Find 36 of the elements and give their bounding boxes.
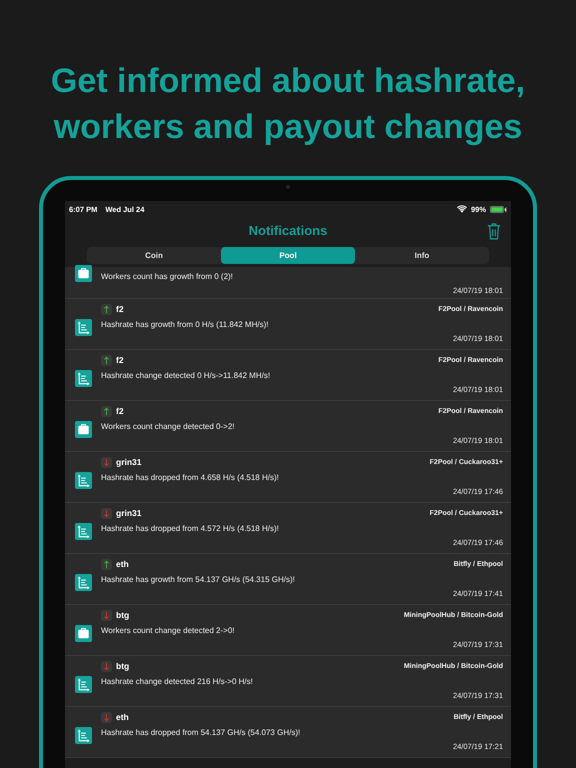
notification-message: Workers count change detected 0->2! bbox=[101, 422, 234, 430]
worker-name: btg bbox=[116, 661, 130, 671]
notification-message: Hashrate has growth from 0 H/s (11.842 MH/s)! bbox=[101, 320, 268, 328]
briefcase-icon bbox=[75, 421, 92, 438]
wifi-icon bbox=[456, 205, 467, 213]
worker-name: btg bbox=[116, 610, 130, 620]
headline: Get informed about hashrate, workers and payout changes bbox=[50, 61, 526, 148]
segment-tab[interactable]: Info bbox=[355, 247, 489, 264]
chart-icon bbox=[75, 370, 92, 387]
worker-name: f2 bbox=[116, 304, 124, 314]
notification-message: Workers count change detected 2->0! bbox=[101, 626, 234, 634]
chart-icon bbox=[75, 727, 92, 744]
notification-message: Hashrate has dropped from 4.658 H/s (4.518 H/s)! bbox=[101, 472, 279, 482]
briefcase-icon bbox=[75, 625, 92, 642]
worker-name: eth bbox=[116, 712, 129, 722]
worker-name: f2 bbox=[116, 355, 124, 365]
briefcase-icon bbox=[75, 265, 92, 282]
chart-icon bbox=[75, 523, 92, 540]
segment-tab[interactable]: Coin bbox=[87, 247, 221, 264]
notification-message: Hashrate has growth from 54.137 GH/s (54.315 GH/s)! bbox=[101, 574, 295, 584]
worker-name: eth bbox=[116, 559, 129, 569]
battery-icon bbox=[490, 206, 507, 212]
notification-message: Hashrate has dropped from 54.137 GH/s (54.073 GH/s)! bbox=[101, 728, 300, 736]
notification-message: Hashrate change detected 216 H/s->0 H/s! bbox=[101, 676, 253, 686]
chart-icon bbox=[75, 574, 92, 591]
chart-icon bbox=[75, 472, 92, 489]
trash-icon[interactable] bbox=[487, 222, 501, 240]
chart-icon bbox=[75, 676, 92, 693]
notification-message: Hashrate change detected 0 H/s->11.842 MH/s! bbox=[101, 370, 270, 380]
chart-icon bbox=[75, 319, 92, 336]
worker-name: f2 bbox=[116, 406, 124, 416]
screen-title: Notifications bbox=[248, 222, 328, 238]
notification-message: Workers count has growth from 0 (2)! bbox=[101, 272, 233, 280]
worker-name: grin31 bbox=[116, 457, 142, 467]
notification-message: Hashrate has dropped from 4.572 H/s (4.518 H/s)! bbox=[101, 524, 279, 532]
worker-name: grin31 bbox=[116, 508, 142, 518]
